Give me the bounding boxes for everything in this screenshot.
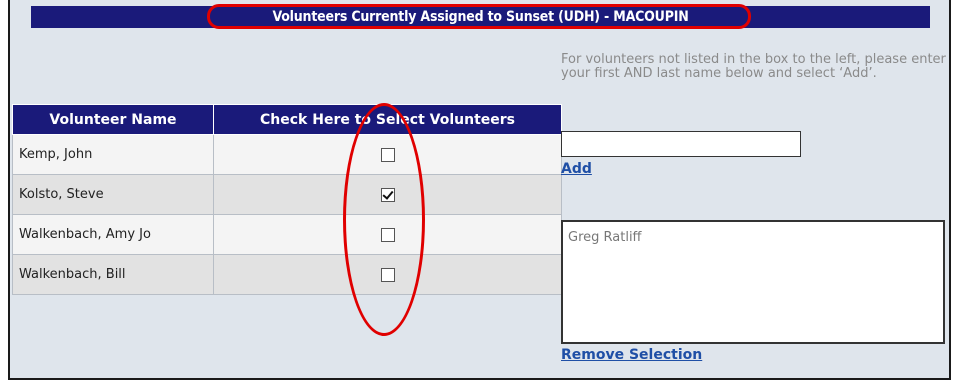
volunteer-name-cell: Walkenbach, Amy Jo (12, 214, 214, 255)
volunteer-table: Volunteer Name Check Here to Select Volu… (12, 104, 562, 295)
select-cell (213, 174, 562, 215)
column-header-select: Check Here to Select Volunteers (213, 104, 562, 135)
table-header-row: Volunteer Name Check Here to Select Volu… (12, 104, 562, 135)
remove-selection-link[interactable]: Remove Selection (561, 347, 702, 363)
add-volunteer-instructions: For volunteers not listed in the box to … (561, 52, 946, 81)
select-checkbox-walkenbach-amy-jo[interactable] (380, 227, 395, 242)
table-row: Kolsto, Steve (12, 174, 562, 215)
listbox-item[interactable]: Greg Ratliff (568, 230, 938, 245)
volunteer-name-input[interactable] (561, 131, 801, 157)
select-cell (213, 254, 562, 295)
table-row: Kemp, John (12, 134, 562, 175)
volunteer-name-cell: Walkenbach, Bill (12, 254, 214, 295)
select-checkbox-walkenbach-bill[interactable] (380, 267, 395, 282)
volunteer-name-cell: Kolsto, Steve (12, 174, 214, 215)
page-title: Volunteers Currently Assigned to Sunset … (31, 6, 930, 28)
selected-volunteers-listbox[interactable]: Greg Ratliff (561, 220, 945, 344)
select-cell (213, 214, 562, 255)
select-cell (213, 134, 562, 175)
select-checkbox-kolsto-steve[interactable] (380, 187, 395, 202)
table-row: Walkenbach, Amy Jo (12, 214, 562, 255)
select-checkbox-kemp-john[interactable] (380, 147, 395, 162)
volunteer-name-cell: Kemp, John (12, 134, 214, 175)
column-header-volunteer-name: Volunteer Name (12, 104, 214, 135)
add-link[interactable]: Add (561, 161, 592, 177)
table-row: Walkenbach, Bill (12, 254, 562, 295)
